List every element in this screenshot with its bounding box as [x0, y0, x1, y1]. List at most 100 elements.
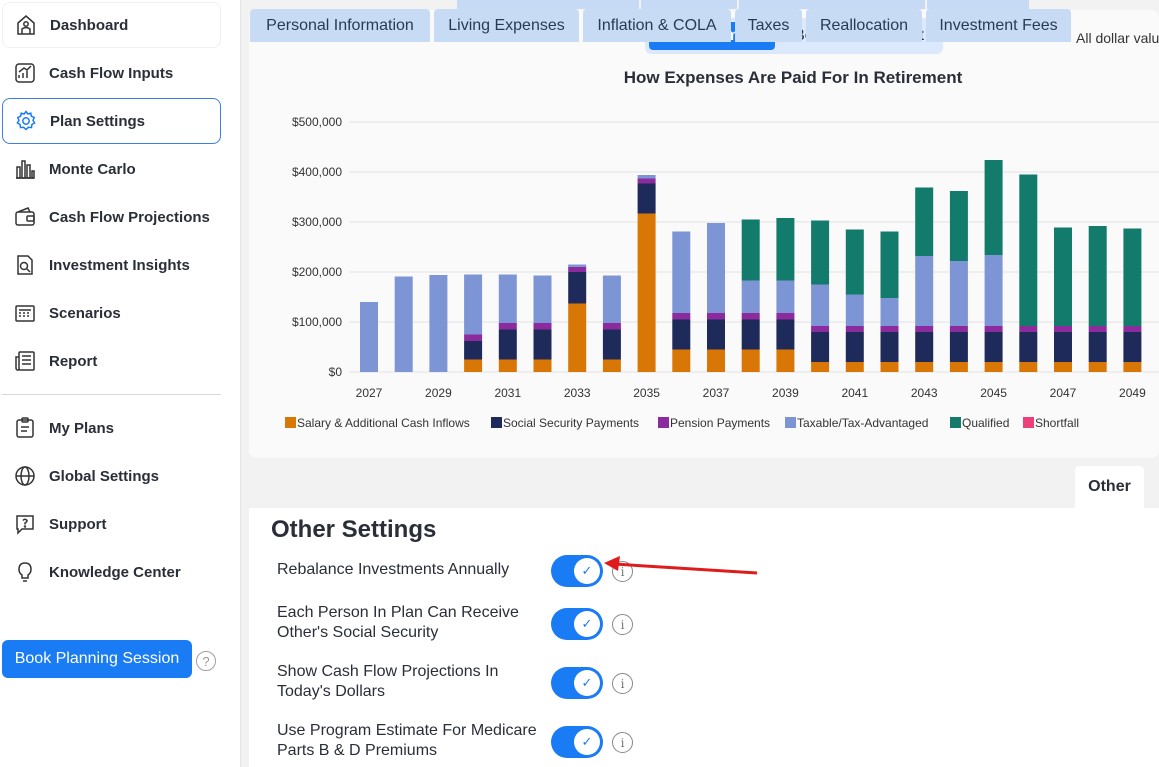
bar-segment [915, 362, 934, 372]
sidebar-item-support[interactable]: Support [2, 501, 221, 547]
sidebar-item-label: Cash Flow Inputs [49, 64, 174, 82]
sidebar-item-label: Monte Carlo [49, 160, 136, 178]
bar-segment [811, 332, 830, 362]
sidebar-item-my-plans[interactable]: My Plans [2, 405, 221, 451]
bar-segment [1088, 362, 1107, 372]
y-tick-label: $200,000 [292, 265, 342, 279]
check-icon: ✓ [574, 670, 600, 696]
info-icon[interactable]: i [612, 614, 633, 635]
sidebar-item-knowledge-center[interactable]: Knowledge Center [2, 549, 221, 595]
clipboard-icon [12, 415, 38, 441]
chat-question-icon [12, 511, 38, 537]
tab-other[interactable]: Other [1075, 466, 1144, 508]
bar-segment [741, 280, 760, 313]
sidebar-item-label: Dashboard [50, 16, 129, 34]
x-tick-label: 2031 [494, 386, 521, 400]
bar-segment [707, 319, 725, 350]
book-planning-session-button[interactable]: Book Planning Session [2, 640, 192, 678]
todays-dollars-toggle[interactable]: ✓ [551, 667, 603, 699]
bar-segment [880, 326, 899, 332]
x-tick-label: 2039 [772, 386, 799, 400]
rebalance-toggle[interactable]: ✓ [551, 555, 603, 587]
legend-swatch [950, 417, 961, 428]
bar-segment [464, 359, 483, 372]
partial-tab[interactable] [739, 0, 925, 9]
tab-living-expenses[interactable]: Living Expenses [434, 9, 579, 42]
bar-segment [984, 362, 1003, 372]
bar-segment [602, 359, 621, 372]
tab-reallocation[interactable]: Reallocation [806, 9, 922, 42]
bar-chart-icon [12, 156, 38, 182]
legend-swatch [1023, 417, 1034, 428]
sidebar-item-investment-insights[interactable]: Investment Insights [2, 242, 221, 288]
tab-taxes[interactable]: Taxes [735, 9, 802, 42]
legend-label: Pension Payments [670, 416, 770, 430]
setting-label-medicare: Use Program Estimate For Medicare Parts … [277, 722, 537, 759]
bar-segment [568, 272, 587, 304]
bar-segment [672, 319, 691, 350]
bar-segment [707, 223, 725, 313]
partial-tab[interactable] [457, 0, 639, 9]
bar-segment [568, 264, 587, 267]
bar-segment [1019, 362, 1038, 372]
social-security-toggle[interactable]: ✓ [551, 608, 603, 640]
check-icon: ✓ [574, 729, 600, 755]
x-tick-label: 2033 [564, 386, 591, 400]
bar-segment [880, 298, 899, 326]
bar-segment [915, 332, 934, 362]
sidebar-item-dashboard[interactable]: Dashboard [2, 2, 221, 48]
globe-icon [12, 463, 38, 489]
bar-segment [949, 362, 968, 372]
sidebar-item-label: Global Settings [49, 467, 160, 485]
sidebar-item-monte-carlo[interactable]: Monte Carlo [2, 146, 221, 192]
x-tick-label: 2045 [980, 386, 1007, 400]
legend-label: Taxable/Tax-Advantaged [797, 416, 928, 430]
x-tick-label: 2041 [841, 386, 868, 400]
info-icon[interactable]: i [612, 673, 633, 694]
bar-segment [984, 160, 1003, 255]
stacked-bar-chart: $0 $100,000 $200,000 $300,000 $400,000 $500,0… [285, 115, 1159, 430]
sidebar-item-label: Scenarios [49, 304, 121, 322]
bar-segment [915, 187, 934, 256]
bar-segment [949, 261, 968, 326]
sidebar-item-report[interactable]: Report [2, 338, 221, 384]
bar-segment [880, 332, 899, 362]
partial-tab[interactable] [927, 0, 1029, 9]
bar-segment [1019, 332, 1038, 362]
bar-segment [533, 275, 552, 323]
y-tick-label: $100,000 [292, 315, 342, 329]
sidebar-item-global-settings[interactable]: Global Settings [2, 453, 221, 499]
info-icon[interactable]: i [612, 732, 633, 753]
bar-segment [1123, 326, 1142, 332]
partial-tab[interactable] [641, 0, 737, 9]
sidebar-item-cash-flow-inputs[interactable]: Cash Flow Inputs [2, 50, 221, 96]
x-tick-label: 2027 [356, 386, 383, 400]
bar-segment [394, 276, 413, 372]
bar-segment [498, 274, 517, 323]
sidebar-item-plan-settings[interactable]: Plan Settings [2, 98, 221, 144]
help-icon[interactable]: ? [196, 651, 216, 671]
tab-inflation-cola[interactable]: Inflation & COLA [583, 9, 731, 42]
medicare-estimate-toggle[interactable]: ✓ [551, 726, 603, 758]
bar-segment [637, 175, 656, 179]
bar-segment [707, 313, 725, 320]
bar-segment [811, 220, 830, 285]
bar-segment [984, 326, 1003, 332]
setting-label-todays-dollars: Show Cash Flow Projections In Today's Do… [277, 663, 499, 700]
sidebar-item-label: My Plans [49, 419, 115, 437]
bar-segment [845, 294, 864, 326]
bar-segment [498, 323, 517, 330]
tab-personal-information[interactable]: Personal Information [250, 9, 430, 42]
home-icon [13, 12, 39, 38]
x-tick-label: 2037 [703, 386, 730, 400]
sidebar-item-scenarios[interactable]: Scenarios [2, 290, 221, 336]
setting-label-social-security: Each Person In Plan Can Receive Other's … [277, 604, 519, 641]
tab-investment-fees[interactable]: Investment Fees [926, 9, 1071, 42]
bar-segment [1019, 326, 1038, 332]
legend-swatch [285, 417, 296, 428]
bar-segment [949, 332, 968, 362]
sidebar-item-cash-flow-projections[interactable]: Cash Flow Projections [2, 194, 221, 240]
chart-line-icon [12, 60, 38, 86]
bar-segment [1054, 362, 1072, 372]
dollar-values-note: All dollar valu [1076, 30, 1159, 46]
